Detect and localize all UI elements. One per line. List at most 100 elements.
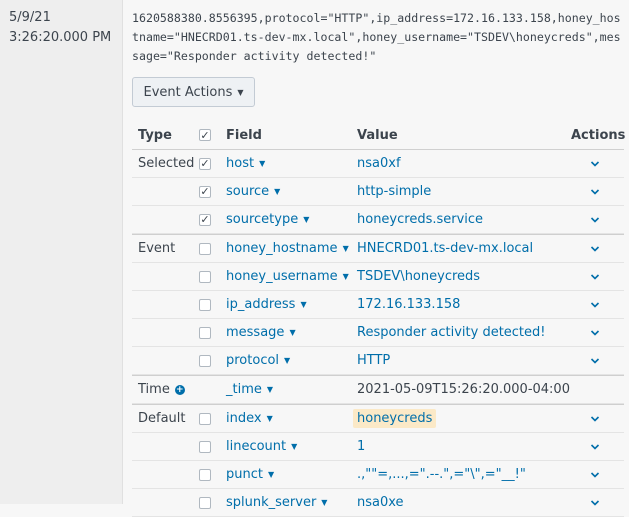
chevron-down-icon[interactable] <box>571 244 600 254</box>
field-header: Field <box>226 127 262 143</box>
raw-event-text: 1620588380.8556395,protocol="HTTP",ip_ad… <box>132 11 621 63</box>
chevron-down-icon[interactable] <box>571 470 600 480</box>
field-checkbox[interactable] <box>199 291 211 318</box>
row-actions[interactable] <box>571 263 600 290</box>
caret-down-icon[interactable]: ▼ <box>343 244 349 253</box>
field-checkbox[interactable] <box>199 319 211 346</box>
type-header: Type <box>138 127 172 143</box>
field-checkbox[interactable] <box>199 489 211 516</box>
table-row: Selected ✓ host ▼ nsa0xf <box>132 150 624 178</box>
field-name[interactable]: honey_hostname ▼ <box>226 235 349 262</box>
chevron-down-icon[interactable] <box>571 300 600 310</box>
chevron-down-icon[interactable] <box>571 442 600 452</box>
field-name[interactable]: source ▼ <box>226 178 280 205</box>
row-actions[interactable] <box>571 461 600 488</box>
field-value[interactable]: nsa0xe <box>357 489 404 516</box>
row-actions[interactable] <box>571 405 600 432</box>
row-actions[interactable] <box>571 235 600 262</box>
value-header: Value <box>357 127 398 143</box>
field-value[interactable]: Responder activity detected! <box>357 319 546 346</box>
field-checkbox[interactable] <box>199 405 211 432</box>
caret-down-icon[interactable]: ▼ <box>284 356 290 365</box>
table-row: Event honey_hostname ▼ HNECRD01.ts-dev-mx.l… <box>132 234 624 263</box>
field-checkbox[interactable] <box>199 263 211 290</box>
row-actions[interactable] <box>571 319 600 346</box>
field-checkbox[interactable] <box>199 235 211 262</box>
table-row: splunk_server ▼ nsa0xe <box>132 489 624 517</box>
event-time-column: 5/9/21 3:26:20.000 PM <box>0 0 123 504</box>
field-value[interactable]: nsa0xf <box>357 150 401 177</box>
table-row: ip_address ▼ 172.16.133.158 <box>132 291 624 319</box>
field-value[interactable]: honeycreds <box>353 405 437 432</box>
table-row: protocol ▼ HTTP <box>132 347 624 375</box>
table-row: ✓ sourcetype ▼ honeycreds.service <box>132 206 624 234</box>
caret-down-icon[interactable]: ▼ <box>267 414 273 423</box>
field-value[interactable]: 1 <box>357 433 365 460</box>
caret-down-icon[interactable]: ▼ <box>291 442 297 451</box>
field-name[interactable]: _time ▼ <box>226 376 273 403</box>
caret-down-icon[interactable]: ▼ <box>303 215 309 224</box>
field-checkbox[interactable]: ✓ <box>199 206 211 233</box>
field-value[interactable]: 172.16.133.158 <box>357 291 460 318</box>
event-actions-label: Event Actions <box>143 84 233 100</box>
row-type: Default <box>138 411 186 426</box>
field-name[interactable]: protocol ▼ <box>226 347 290 374</box>
chevron-down-icon[interactable] <box>571 187 600 197</box>
field-name[interactable]: honey_username ▼ <box>226 263 349 290</box>
chevron-down-icon[interactable] <box>571 414 600 424</box>
select-all-checkbox[interactable]: ✓ <box>199 121 211 149</box>
field-value[interactable]: .,""=,...,=".--.",="\",="__!" <box>357 461 526 488</box>
caret-down-icon[interactable]: ▼ <box>267 385 273 394</box>
chevron-down-icon[interactable] <box>571 272 600 282</box>
table-row: Default index ▼ honeycreds <box>132 404 624 433</box>
field-checkbox[interactable] <box>199 347 211 374</box>
row-type: Time + <box>138 382 185 397</box>
field-checkbox[interactable]: ✓ <box>199 178 211 205</box>
row-type: Event <box>138 241 176 256</box>
add-icon[interactable]: + <box>174 384 185 395</box>
row-actions[interactable] <box>571 347 600 374</box>
field-value[interactable]: HTTP <box>357 347 390 374</box>
table-row: message ▼ Responder activity detected! <box>132 319 624 347</box>
chevron-down-icon[interactable] <box>571 159 600 169</box>
event-date: 5/9/21 <box>9 10 51 25</box>
chevron-down-icon[interactable] <box>571 328 600 338</box>
field-name[interactable]: ip_address ▼ <box>226 291 307 318</box>
table-row: punct ▼ .,""=,...,=".--.",="\",="__!" <box>132 461 624 489</box>
row-actions[interactable] <box>571 178 600 205</box>
chevron-down-icon[interactable] <box>571 356 600 366</box>
event-time: 3:26:20.000 PM <box>9 30 112 45</box>
field-value[interactable]: TSDEV\honeycreds <box>357 263 480 290</box>
event-actions-button[interactable]: Event Actions ▼ <box>132 77 255 107</box>
field-checkbox[interactable] <box>199 461 211 488</box>
field-value[interactable]: http-simple <box>357 178 431 205</box>
caret-down-icon[interactable]: ▼ <box>321 498 327 507</box>
row-actions[interactable] <box>571 206 600 233</box>
row-actions[interactable] <box>571 150 600 177</box>
field-name[interactable]: host ▼ <box>226 150 265 177</box>
field-name[interactable]: message ▼ <box>226 319 296 346</box>
caret-down-icon[interactable]: ▼ <box>274 187 280 196</box>
caret-down-icon[interactable]: ▼ <box>268 470 274 479</box>
row-actions[interactable] <box>571 291 600 318</box>
chevron-down-icon[interactable] <box>571 498 600 508</box>
field-value[interactable]: HNECRD01.ts-dev-mx.local <box>357 235 533 262</box>
field-name[interactable]: sourcetype ▼ <box>226 206 309 233</box>
caret-down-icon[interactable]: ▼ <box>343 272 349 281</box>
field-name[interactable]: splunk_server ▼ <box>226 489 327 516</box>
field-name[interactable]: linecount ▼ <box>226 433 297 460</box>
table-row: ✓ source ▼ http-simple <box>132 178 624 206</box>
chevron-down-icon[interactable] <box>571 215 600 225</box>
caret-down-icon[interactable]: ▼ <box>259 159 265 168</box>
caret-down-icon[interactable]: ▼ <box>289 328 295 337</box>
actions-header: Actions <box>571 127 626 143</box>
field-name[interactable]: punct ▼ <box>226 461 274 488</box>
field-name[interactable]: index ▼ <box>226 405 273 432</box>
row-actions[interactable] <box>571 433 600 460</box>
table-header: Type ✓ Field Value Actions <box>132 121 626 150</box>
field-checkbox[interactable]: ✓ <box>199 150 211 177</box>
caret-down-icon[interactable]: ▼ <box>300 300 306 309</box>
row-actions[interactable] <box>571 489 600 516</box>
field-checkbox[interactable] <box>199 433 211 460</box>
field-value[interactable]: honeycreds.service <box>357 206 483 233</box>
